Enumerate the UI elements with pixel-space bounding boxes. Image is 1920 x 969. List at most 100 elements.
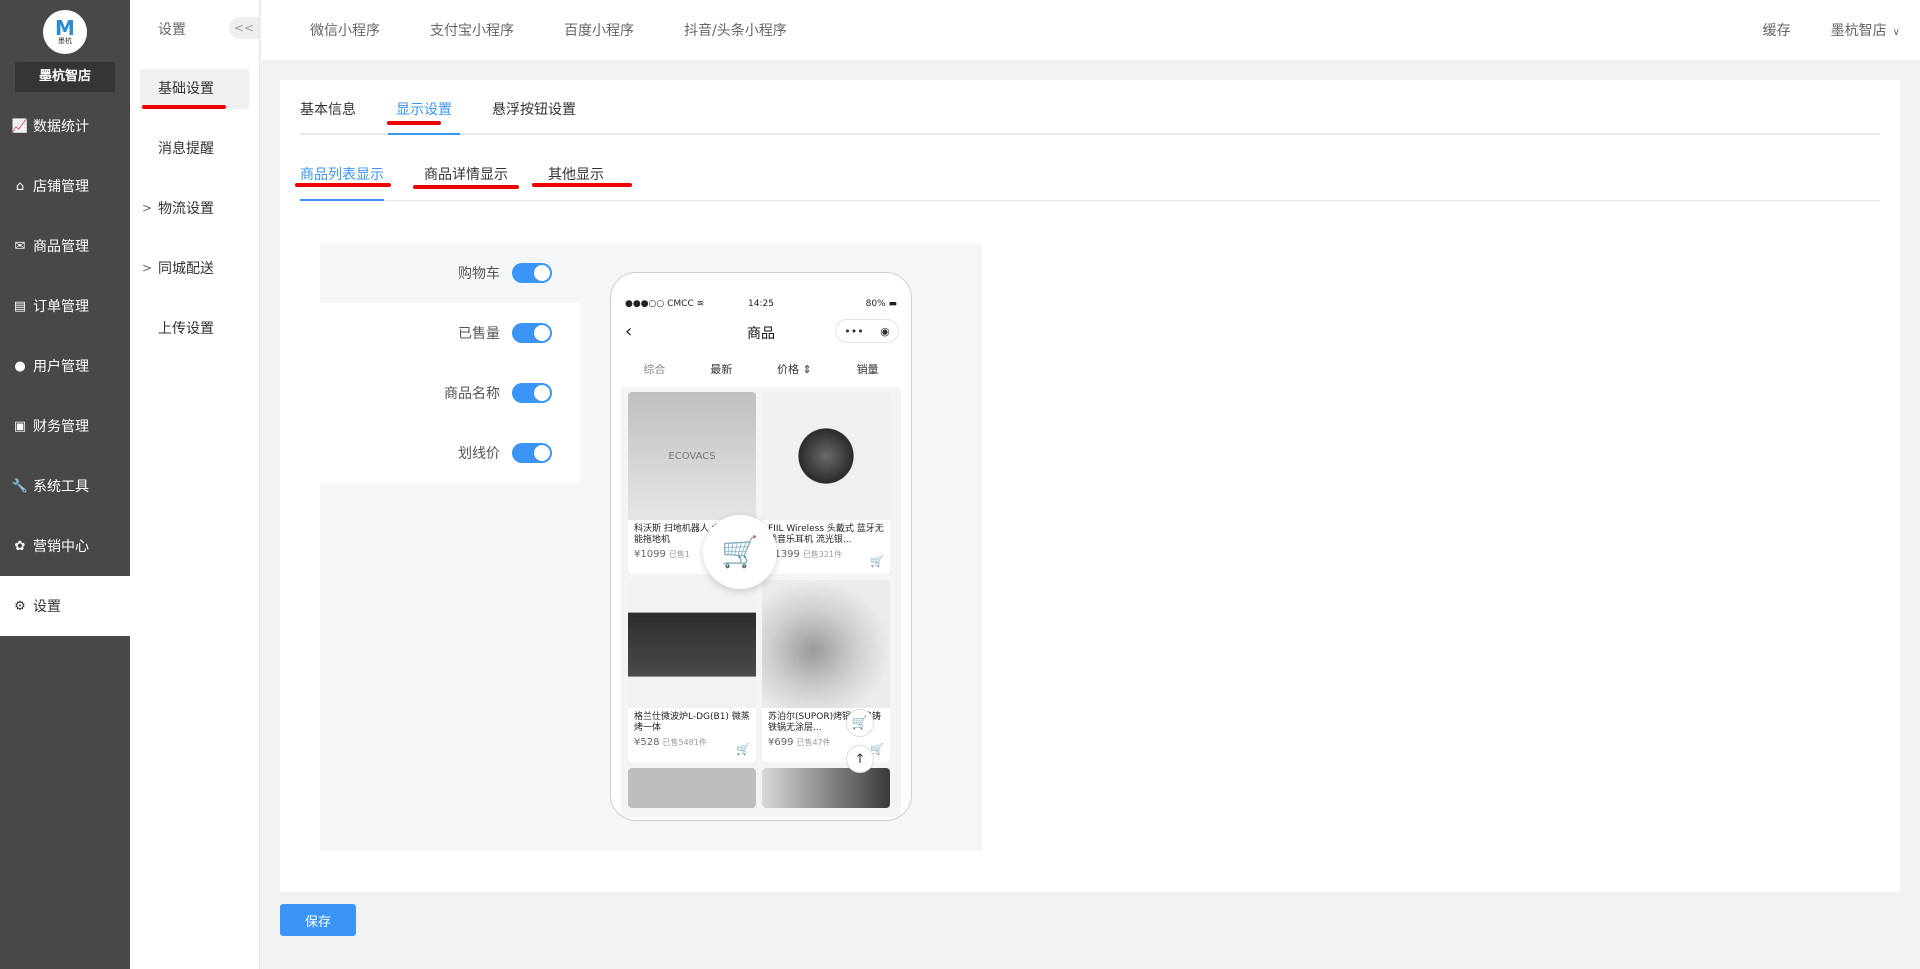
sidebar-item-goods[interactable]: ✉ 商品管理 — [0, 216, 130, 276]
sidebar-item-label: 订单管理 — [33, 299, 89, 315]
sidebar-item-label: 数据统计 — [33, 119, 89, 135]
option-cart: 购物车 — [320, 243, 580, 303]
collapse-button[interactable]: << — [229, 17, 259, 39]
chart-icon: 📈 — [11, 118, 29, 134]
float-cart-icon: 🛒 — [846, 709, 874, 737]
chevron-right-icon: > — [142, 201, 153, 215]
tab-display-settings[interactable]: 显示设置 — [388, 99, 460, 135]
display-subtabs: 商品列表显示 商品详情显示 其他显示 — [300, 155, 1880, 201]
product-image — [762, 580, 890, 708]
sidebar-item-settings[interactable]: ⚙ 设置 — [0, 576, 130, 636]
target-icon: ◉ — [880, 324, 890, 338]
product-image: ECOVACS — [628, 392, 756, 520]
carrier-signal: ●●●○○ CMCC ≋ — [625, 299, 705, 309]
product-sold: 已售5481件 — [662, 738, 707, 747]
sidebar-item-orders[interactable]: ▤ 订单管理 — [0, 276, 130, 336]
shop-icon: ⌂ — [15, 178, 25, 194]
subnav-header: 设置 << — [130, 0, 259, 58]
product-name: 格兰仕微波炉L-DG(B1) 微蒸烤一体 — [634, 712, 750, 733]
option-label: 已售量 — [458, 326, 500, 342]
subnav-item-label: 上传设置 — [158, 321, 214, 337]
sidebar-item-tools[interactable]: 🔧 系统工具 — [0, 456, 130, 516]
subnav-item-basic[interactable]: 基础设置 — [130, 58, 259, 118]
cart-icon: 🛒 — [870, 555, 884, 568]
sold-toggle[interactable] — [512, 323, 552, 343]
product-image — [762, 392, 890, 520]
cart-toggle[interactable] — [512, 263, 552, 283]
user-name: 墨杭智店 — [1830, 23, 1887, 39]
phone-product-grid: ECOVACS 科沃斯 扫地机器人 全自动智能拖地机 ¥1099 已售1 FIIL… — [621, 387, 901, 817]
display-options-box: 购物车 已售量 商品名称 划线价 ●●●○○ CMCC ≋ 14:25 80% … — [320, 243, 982, 851]
sidebar-item-label: 店铺管理 — [33, 179, 89, 195]
save-button[interactable]: 保存 — [280, 904, 356, 936]
subnav-item-label: 基础设置 — [158, 81, 214, 97]
subnav-item-logistics[interactable]: > 物流设置 — [130, 178, 259, 238]
tab-product-list-display[interactable]: 商品列表显示 — [300, 164, 384, 201]
phone-sort-bar: 综合 最新 价格 ⇕ 销量 — [621, 355, 901, 383]
product-sold: 已售1 — [668, 550, 690, 559]
store-name[interactable]: 墨杭智店 — [15, 62, 115, 92]
product-price: ¥528 — [634, 737, 660, 748]
user-menu[interactable]: 墨杭智店 ∨ — [1831, 20, 1900, 40]
sidebar-item-users[interactable]: ● 用户管理 — [0, 336, 130, 396]
brand: M 墨杭 墨杭智店 — [0, 0, 130, 96]
tab-product-detail-display[interactable]: 商品详情显示 — [424, 164, 508, 200]
subnav-item-local-delivery[interactable]: > 同城配送 — [130, 238, 259, 298]
cache-button[interactable]: 缓存 — [1763, 20, 1791, 40]
sidebar-item-label: 财务管理 — [33, 419, 89, 435]
tab-basic-info[interactable]: 基本信息 — [300, 99, 356, 133]
cart-icon: 🛒 — [703, 515, 777, 589]
miniapp-capsule: ••• ◉ — [835, 319, 899, 343]
user-icon: ● — [14, 358, 26, 374]
name-toggle[interactable] — [512, 383, 552, 403]
product-card: 苏泊尔(SUPOR)烤锅 珐琅铸铁锅无涂层... ¥699 已售47件 🛒 — [762, 580, 890, 762]
finance-icon: ▣ — [13, 418, 27, 434]
product-card: 格兰仕微波炉L-DG(B1) 微蒸烤一体 ¥528 已售5481件 🛒 — [628, 580, 756, 762]
product-image — [628, 768, 756, 808]
wrench-icon: 🔧 — [11, 478, 29, 494]
subnav-item-upload[interactable]: 上传设置 — [130, 298, 259, 358]
tab-wechat-miniapp[interactable]: 微信小程序 — [310, 20, 380, 40]
settings-subnav: 设置 << 基础设置 消息提醒 > 物流设置 > 同城配送 上传设置 — [130, 0, 260, 969]
product-name: FIIL Wireless 头戴式 蓝牙无 线音乐耳机 流光银... — [768, 524, 884, 545]
product-price: ¥1099 — [634, 549, 666, 560]
option-name: 商品名称 — [320, 363, 580, 423]
phone-nav-bar: ‹ 商品 ••• ◉ — [611, 317, 911, 347]
option-label: 商品名称 — [444, 386, 500, 402]
annotation-underline — [387, 121, 441, 125]
main-sidebar: M 墨杭 墨杭智店 📈 数据统计 ⌂ 店铺管理 ✉ 商品管理 ▤ 订单管理 ● … — [0, 0, 130, 969]
tab-baidu-miniapp[interactable]: 百度小程序 — [564, 20, 634, 40]
logo-letter: M — [55, 15, 75, 40]
subnav-item-label: 同城配送 — [158, 261, 214, 277]
sort-sales: 销量 — [856, 363, 879, 376]
goods-icon: ✉ — [14, 238, 26, 254]
annotation-underline — [413, 185, 519, 189]
sidebar-item-finance[interactable]: ▣ 财务管理 — [0, 396, 130, 456]
subnav-item-label: 物流设置 — [158, 201, 214, 217]
option-label: 购物车 — [458, 266, 500, 282]
subnav-item-messages[interactable]: 消息提醒 — [130, 118, 259, 178]
strike-price-toggle[interactable] — [512, 443, 552, 463]
logo[interactable]: M 墨杭 — [43, 10, 87, 54]
sidebar-item-label: 系统工具 — [33, 479, 89, 495]
gear-icon: ⚙ — [14, 598, 26, 614]
subnav-item-label: 消息提醒 — [158, 141, 214, 157]
product-image — [762, 768, 890, 808]
tab-other-display[interactable]: 其他显示 — [548, 164, 604, 200]
tab-alipay-miniapp[interactable]: 支付宝小程序 — [430, 20, 514, 40]
more-icon: ••• — [844, 324, 864, 338]
sidebar-item-marketing[interactable]: ✿ 营销中心 — [0, 516, 130, 576]
annotation-underline — [295, 183, 391, 187]
product-card — [762, 768, 890, 808]
product-card — [628, 768, 756, 808]
option-label: 划线价 — [458, 446, 500, 462]
tab-douyin-miniapp[interactable]: 抖音/头条小程序 — [684, 20, 787, 40]
tab-float-button-settings[interactable]: 悬浮按钮设置 — [492, 99, 576, 133]
top-right-actions: 缓存 墨杭智店 ∨ — [1763, 0, 1900, 60]
phone-status-bar: ●●●○○ CMCC ≋ 14:25 80% ▬ — [625, 299, 897, 311]
sidebar-item-shop[interactable]: ⌂ 店铺管理 — [0, 156, 130, 216]
annotation-underline — [142, 105, 226, 109]
annotation-underline — [532, 183, 632, 187]
sidebar-item-stats[interactable]: 📈 数据统计 — [0, 96, 130, 156]
product-sold: 已售321件 — [802, 550, 843, 559]
